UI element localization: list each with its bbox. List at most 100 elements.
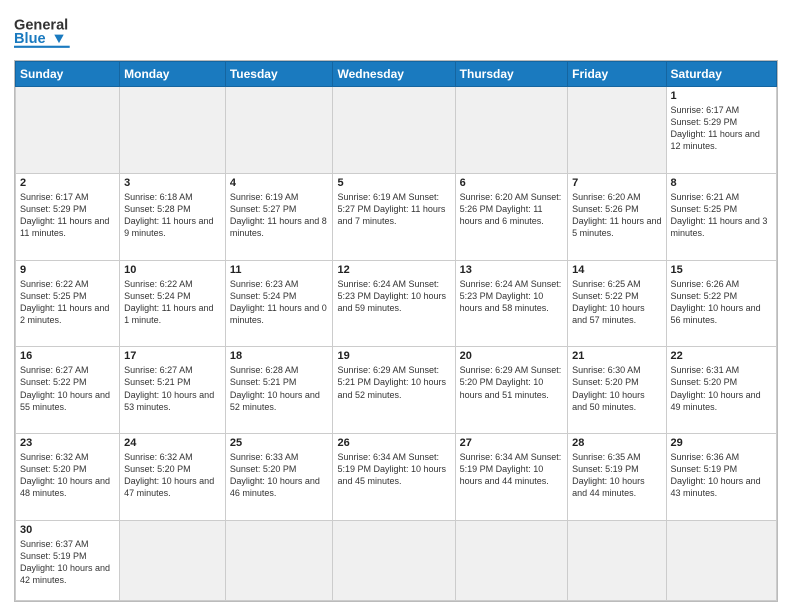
week-row-4: 23 Sunrise: 6:32 AM Sunset: 5:20 PM Dayli…: [16, 434, 777, 521]
day-info: Sunrise: 6:35 AM Sunset: 5:19 PM Dayligh…: [572, 451, 661, 500]
svg-text:Blue: Blue: [14, 31, 46, 47]
calendar-cell: 19Sunrise: 6:29 AM Sunset: 5:21 PM Dayli…: [333, 347, 455, 434]
day-number: 22: [671, 350, 772, 362]
day-number: 11: [230, 264, 329, 276]
calendar-cell: [455, 87, 567, 174]
day-header-sunday: Sunday: [16, 62, 120, 87]
day-info: Sunrise: 6:34 AM Sunset: 5:19 PM Dayligh…: [460, 451, 563, 487]
day-number: 18: [230, 350, 329, 362]
day-number: 3: [124, 177, 221, 189]
calendar-cell: 8Sunrise: 6:21 AM Sunset: 5:25 PM Daylig…: [666, 173, 776, 260]
calendar-cell: 25 Sunrise: 6:33 AM Sunset: 5:20 PM Dayli…: [225, 434, 333, 521]
day-info: Sunrise: 6:19 AM Sunset: 5:27 PM Dayligh…: [337, 191, 450, 227]
day-info: Sunrise: 6:20 AM Sunset: 5:26 PM Dayligh…: [460, 191, 563, 227]
calendar-cell: 28 Sunrise: 6:35 AM Sunset: 5:19 PM Dayli…: [568, 434, 666, 521]
day-number: 23: [20, 437, 115, 449]
page: General Blue SundayMondayTuesdayWednesda…: [0, 0, 792, 612]
calendar-cell: 9 Sunrise: 6:22 AM Sunset: 5:25 PM Daylig…: [16, 260, 120, 347]
calendar-cell: [666, 520, 776, 600]
week-row-1: 2 Sunrise: 6:17 AM Sunset: 5:29 PM Daylig…: [16, 173, 777, 260]
day-number: 28: [572, 437, 661, 449]
day-info: Sunrise: 6:22 AM Sunset: 5:25 PM Dayligh…: [20, 278, 115, 327]
calendar-cell: 27Sunrise: 6:34 AM Sunset: 5:19 PM Dayli…: [455, 434, 567, 521]
calendar-cell: [120, 520, 226, 600]
calendar-cell: 13 Sunrise: 6:24 AM Sunset: 5:23 PM Dayli…: [455, 260, 567, 347]
calendar-cell: 16Sunrise: 6:27 AM Sunset: 5:22 PM Dayli…: [16, 347, 120, 434]
calendar-cell: [568, 87, 666, 174]
day-header-thursday: Thursday: [455, 62, 567, 87]
calendar: SundayMondayTuesdayWednesdayThursdayFrid…: [14, 60, 778, 602]
day-header-saturday: Saturday: [666, 62, 776, 87]
day-info: Sunrise: 6:20 AM Sunset: 5:26 PM Dayligh…: [572, 191, 661, 240]
day-info: Sunrise: 6:33 AM Sunset: 5:20 PM Dayligh…: [230, 451, 329, 500]
week-row-5: 30 Sunrise: 6:37 AM Sunset: 5:19 PM Dayli…: [16, 520, 777, 600]
day-number: 30: [20, 524, 115, 536]
day-info: Sunrise: 6:34 AM Sunset: 5:19 PM Dayligh…: [337, 451, 450, 487]
calendar-cell: 24 Sunrise: 6:32 AM Sunset: 5:20 PM Dayli…: [120, 434, 226, 521]
day-info: Sunrise: 6:28 AM Sunset: 5:21 PM Dayligh…: [230, 364, 329, 413]
header: General Blue: [14, 10, 778, 54]
calendar-cell: [333, 87, 455, 174]
day-info: Sunrise: 6:32 AM Sunset: 5:20 PM Dayligh…: [124, 451, 221, 500]
calendar-cell: 30 Sunrise: 6:37 AM Sunset: 5:19 PM Dayli…: [16, 520, 120, 600]
day-number: 13: [460, 264, 563, 276]
calendar-cell: 23 Sunrise: 6:32 AM Sunset: 5:20 PM Dayli…: [16, 434, 120, 521]
calendar-cell: [225, 520, 333, 600]
calendar-cell: 1Sunrise: 6:17 AM Sunset: 5:29 PM Daylig…: [666, 87, 776, 174]
day-info: Sunrise: 6:27 AM Sunset: 5:21 PM Dayligh…: [124, 364, 221, 413]
day-number: 6: [460, 177, 563, 189]
day-info: Sunrise: 6:29 AM Sunset: 5:21 PM Dayligh…: [337, 364, 450, 400]
day-header-monday: Monday: [120, 62, 226, 87]
calendar-cell: [455, 520, 567, 600]
day-info: Sunrise: 6:25 AM Sunset: 5:22 PM Dayligh…: [572, 278, 661, 327]
day-number: 4: [230, 177, 329, 189]
day-number: 8: [671, 177, 772, 189]
calendar-cell: 6 Sunrise: 6:20 AM Sunset: 5:26 PM Daylig…: [455, 173, 567, 260]
calendar-cell: 5 Sunrise: 6:19 AM Sunset: 5:27 PM Daylig…: [333, 173, 455, 260]
calendar-cell: 20 Sunrise: 6:29 AM Sunset: 5:20 PM Dayli…: [455, 347, 567, 434]
day-number: 9: [20, 264, 115, 276]
calendar-cell: [333, 520, 455, 600]
calendar-cell: 11 Sunrise: 6:23 AM Sunset: 5:24 PM Dayli…: [225, 260, 333, 347]
logo-svg: General Blue: [14, 10, 74, 54]
week-row-0: 1Sunrise: 6:17 AM Sunset: 5:29 PM Daylig…: [16, 87, 777, 174]
day-number: 2: [20, 177, 115, 189]
calendar-cell: [225, 87, 333, 174]
day-info: Sunrise: 6:23 AM Sunset: 5:24 PM Dayligh…: [230, 278, 329, 327]
calendar-cell: 2 Sunrise: 6:17 AM Sunset: 5:29 PM Daylig…: [16, 173, 120, 260]
day-number: 12: [337, 264, 450, 276]
day-info: Sunrise: 6:24 AM Sunset: 5:23 PM Dayligh…: [460, 278, 563, 314]
day-number: 25: [230, 437, 329, 449]
calendar-cell: 15 Sunrise: 6:26 AM Sunset: 5:22 PM Dayli…: [666, 260, 776, 347]
logo: General Blue: [14, 10, 74, 54]
day-info: Sunrise: 6:32 AM Sunset: 5:20 PM Dayligh…: [20, 451, 115, 500]
day-header-row: SundayMondayTuesdayWednesdayThursdayFrid…: [16, 62, 777, 87]
day-info: Sunrise: 6:29 AM Sunset: 5:20 PM Dayligh…: [460, 364, 563, 400]
day-number: 15: [671, 264, 772, 276]
calendar-cell: [16, 87, 120, 174]
calendar-cell: 10Sunrise: 6:22 AM Sunset: 5:24 PM Dayli…: [120, 260, 226, 347]
day-info: Sunrise: 6:19 AM Sunset: 5:27 PM Dayligh…: [230, 191, 329, 240]
day-number: 5: [337, 177, 450, 189]
day-info: Sunrise: 6:22 AM Sunset: 5:24 PM Dayligh…: [124, 278, 221, 327]
day-number: 24: [124, 437, 221, 449]
calendar-cell: 26 Sunrise: 6:34 AM Sunset: 5:19 PM Dayli…: [333, 434, 455, 521]
day-number: 26: [337, 437, 450, 449]
day-info: Sunrise: 6:18 AM Sunset: 5:28 PM Dayligh…: [124, 191, 221, 240]
day-info: Sunrise: 6:36 AM Sunset: 5:19 PM Dayligh…: [671, 451, 772, 500]
day-number: 20: [460, 350, 563, 362]
week-row-3: 16Sunrise: 6:27 AM Sunset: 5:22 PM Dayli…: [16, 347, 777, 434]
day-info: Sunrise: 6:17 AM Sunset: 5:29 PM Dayligh…: [671, 104, 772, 153]
day-number: 17: [124, 350, 221, 362]
day-info: Sunrise: 6:17 AM Sunset: 5:29 PM Dayligh…: [20, 191, 115, 240]
day-info: Sunrise: 6:27 AM Sunset: 5:22 PM Dayligh…: [20, 364, 115, 413]
calendar-cell: 7Sunrise: 6:20 AM Sunset: 5:26 PM Daylig…: [568, 173, 666, 260]
week-row-2: 9 Sunrise: 6:22 AM Sunset: 5:25 PM Daylig…: [16, 260, 777, 347]
day-header-tuesday: Tuesday: [225, 62, 333, 87]
day-info: Sunrise: 6:37 AM Sunset: 5:19 PM Dayligh…: [20, 538, 115, 587]
calendar-cell: [120, 87, 226, 174]
calendar-cell: 3 Sunrise: 6:18 AM Sunset: 5:28 PM Daylig…: [120, 173, 226, 260]
calendar-cell: 14Sunrise: 6:25 AM Sunset: 5:22 PM Dayli…: [568, 260, 666, 347]
calendar-cell: 17 Sunrise: 6:27 AM Sunset: 5:21 PM Dayli…: [120, 347, 226, 434]
day-info: Sunrise: 6:26 AM Sunset: 5:22 PM Dayligh…: [671, 278, 772, 327]
